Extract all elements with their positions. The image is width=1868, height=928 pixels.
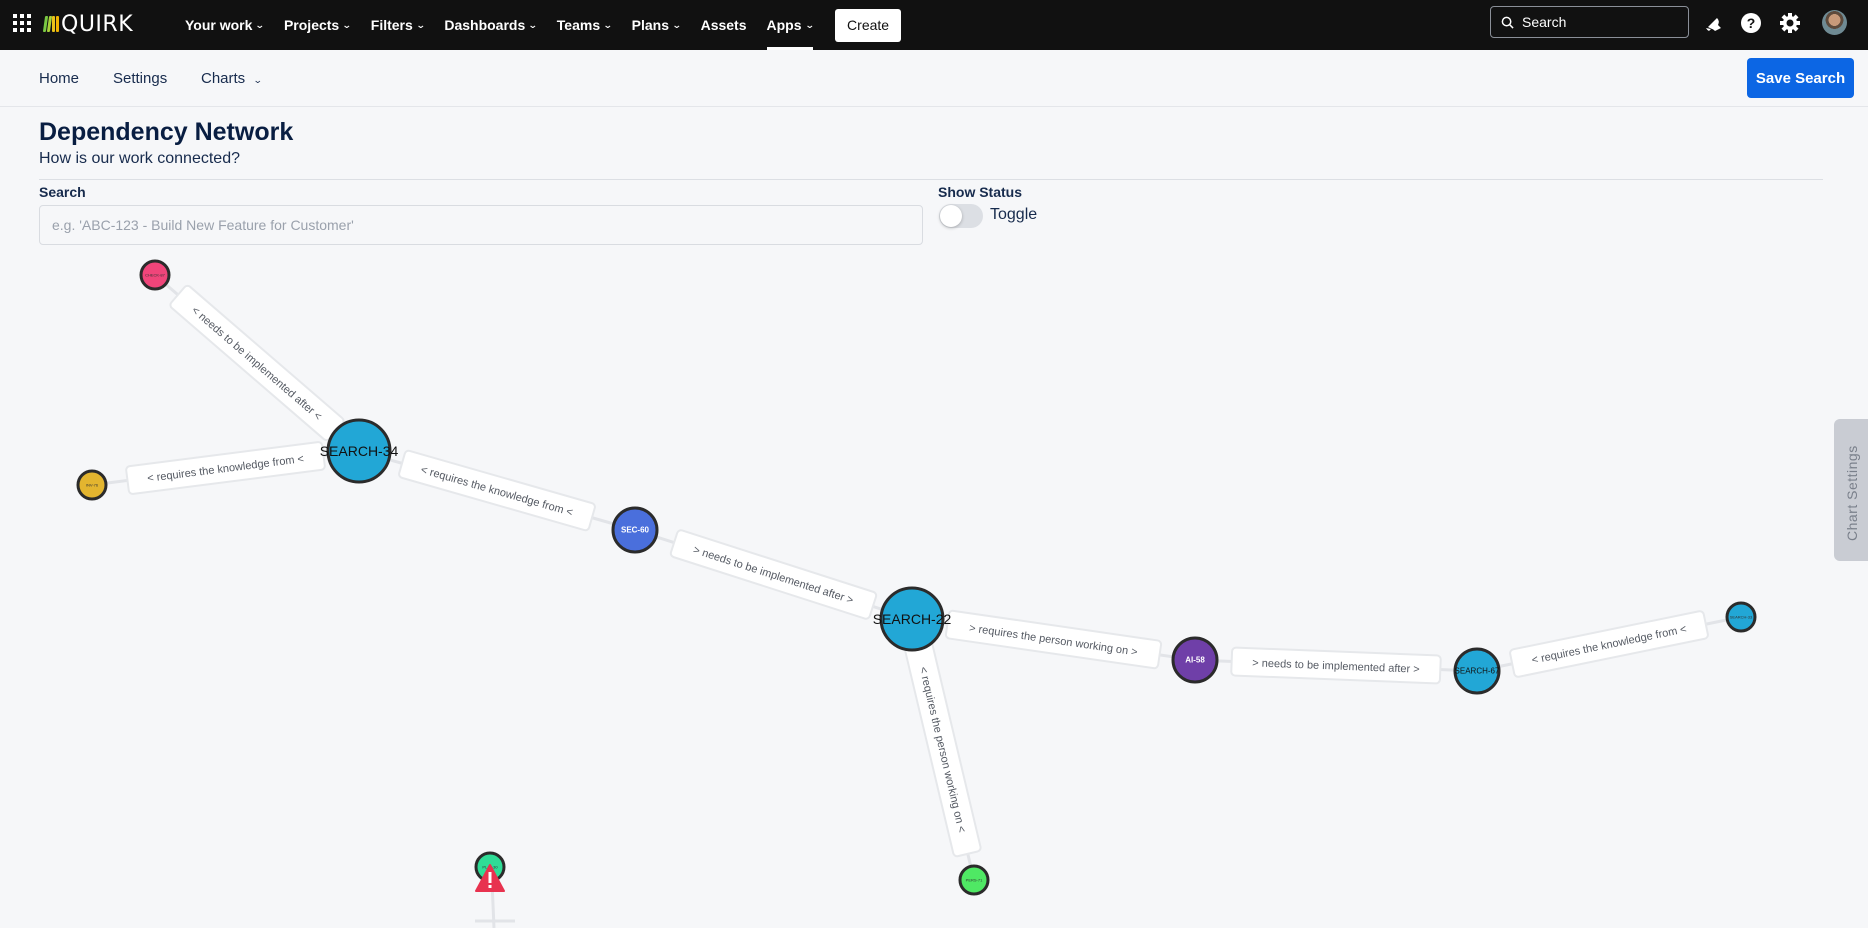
node-circle[interactable] [326, 418, 392, 484]
edge-label[interactable]: > requires the person working on > [944, 609, 1163, 670]
node-circle[interactable] [76, 469, 108, 501]
main-nav: Your work ⌄ Projects ⌄ Filters ⌄ Dashboards ⌄ Te… [175, 0, 902, 50]
chart-settings-tab[interactable]: Chart Settings [1834, 419, 1868, 561]
help-icon[interactable]: ? [1740, 12, 1762, 34]
graph-node[interactable]: SEARCH-67 [1453, 647, 1501, 695]
logo[interactable]: QUIRK [42, 9, 134, 39]
logo-mark-icon [42, 16, 59, 32]
graph-node[interactable]: CHECK-87 [139, 259, 171, 291]
chevron-down-icon: ⌄ [415, 19, 426, 30]
node-circle[interactable] [611, 506, 659, 554]
chart-settings-label: Chart Settings [1844, 445, 1860, 541]
subnav-settings[interactable]: Settings [113, 70, 167, 87]
nav-your-work[interactable]: Your work ⌄ [175, 0, 274, 50]
nav-label: Apps [766, 17, 802, 33]
nav-projects[interactable]: Projects ⌄ [274, 0, 361, 50]
notifications-icon[interactable] [1702, 12, 1724, 34]
svg-text:?: ? [1747, 15, 1756, 31]
page-title: Dependency Network [39, 118, 294, 146]
subnav-home[interactable]: Home [39, 70, 79, 87]
chevron-down-icon: ⌄ [602, 19, 613, 30]
subnav-charts-label: Charts [201, 70, 246, 87]
edge-label[interactable]: < requires the knowledge from < [1509, 610, 1709, 678]
nav-label: Filters [370, 17, 413, 33]
top-navigation-bar: QUIRK Your work ⌄ Projects ⌄ Filters ⌄ Dashboa… [0, 0, 1868, 50]
toggle-label: Toggle [990, 206, 1038, 223]
graph-node[interactable]: SEARCH-22 [873, 586, 952, 652]
edge-label[interactable]: < needs to be implemented after < [169, 284, 345, 442]
edge-label[interactable]: < requires the knowledge from < [125, 441, 326, 495]
chevron-down-icon: ⌄ [528, 19, 538, 30]
secondary-nav: Home Settings Charts ⌄ [0, 50, 1868, 107]
nav-teams[interactable]: Teams ⌄ [547, 0, 622, 50]
nav-label: Projects [283, 17, 340, 33]
global-search-input[interactable]: Search [1490, 6, 1689, 38]
chevron-down-icon: ⌄ [253, 75, 264, 85]
nav-filters[interactable]: Filters ⌄ [361, 0, 435, 50]
subnav-charts[interactable]: Charts ⌄ [201, 70, 264, 87]
save-search-button[interactable]: Save Search [1747, 58, 1854, 98]
edge-label[interactable]: > needs to be implemented after > [669, 529, 878, 620]
edge-label[interactable]: < requires the person working on < [904, 641, 982, 858]
node-circle[interactable] [1171, 636, 1219, 684]
graph-node[interactable]: AI-58 [1171, 636, 1219, 684]
logo-text: QUIRK [61, 11, 134, 37]
dependency-network-graph[interactable]: < needs to be implemented after < < requi… [0, 250, 1868, 928]
nav-dashboards[interactable]: Dashboards ⌄ [434, 0, 546, 50]
logo-stripe [52, 16, 55, 32]
node-circle[interactable] [139, 259, 171, 291]
nav-label: Plans [631, 17, 670, 33]
search-input[interactable] [39, 205, 923, 245]
global-search-placeholder: Search [1522, 14, 1567, 30]
chevron-down-icon: ⌄ [255, 19, 266, 30]
node-circle[interactable] [958, 864, 990, 896]
nav-assets[interactable]: Assets [691, 0, 757, 50]
toggle-knob [940, 205, 962, 227]
edge-label-text: > needs to be implemented after > [692, 544, 855, 607]
graph-node[interactable]: PLAT-30 [474, 851, 506, 892]
search-icon [1501, 16, 1514, 29]
page-subtitle: How is our work connected? [39, 150, 240, 167]
avatar[interactable] [1822, 10, 1847, 35]
nav-apps[interactable]: Apps ⌄ [757, 0, 824, 50]
logo-stripe [56, 16, 59, 32]
nav-label: Assets [700, 17, 747, 33]
nav-plans[interactable]: Plans ⌄ [622, 0, 691, 50]
app-switcher-icon[interactable] [13, 14, 31, 32]
graph-node[interactable]: SEARCH-33 [1725, 601, 1757, 633]
node-circle[interactable] [1725, 601, 1757, 633]
edge-label-text: < needs to be implemented after < [189, 304, 324, 423]
settings-icon[interactable] [1779, 12, 1801, 34]
nav-label: Your work [185, 17, 253, 33]
chevron-down-icon: ⌄ [342, 19, 352, 30]
graph-node[interactable]: PERS-71 [958, 864, 990, 896]
chevron-down-icon: ⌄ [804, 19, 815, 30]
nav-label: Dashboards [444, 17, 526, 33]
edge-label[interactable]: > needs to be implemented after > [1230, 646, 1442, 685]
search-label: Search [39, 184, 86, 200]
show-status-label: Show Status [938, 184, 1023, 200]
chevron-down-icon: ⌄ [671, 19, 682, 30]
edge-label[interactable]: < requires the knowledge from < [398, 449, 596, 532]
graph-node[interactable]: SEC-60 [611, 506, 659, 554]
node-circle[interactable] [1453, 647, 1501, 695]
show-status-toggle[interactable] [939, 204, 983, 228]
create-button[interactable]: Create [835, 8, 902, 42]
graph-node[interactable]: INV-76 [76, 469, 108, 501]
nav-label: Teams [556, 17, 601, 33]
node-circle[interactable] [879, 586, 945, 652]
divider [39, 179, 1823, 180]
